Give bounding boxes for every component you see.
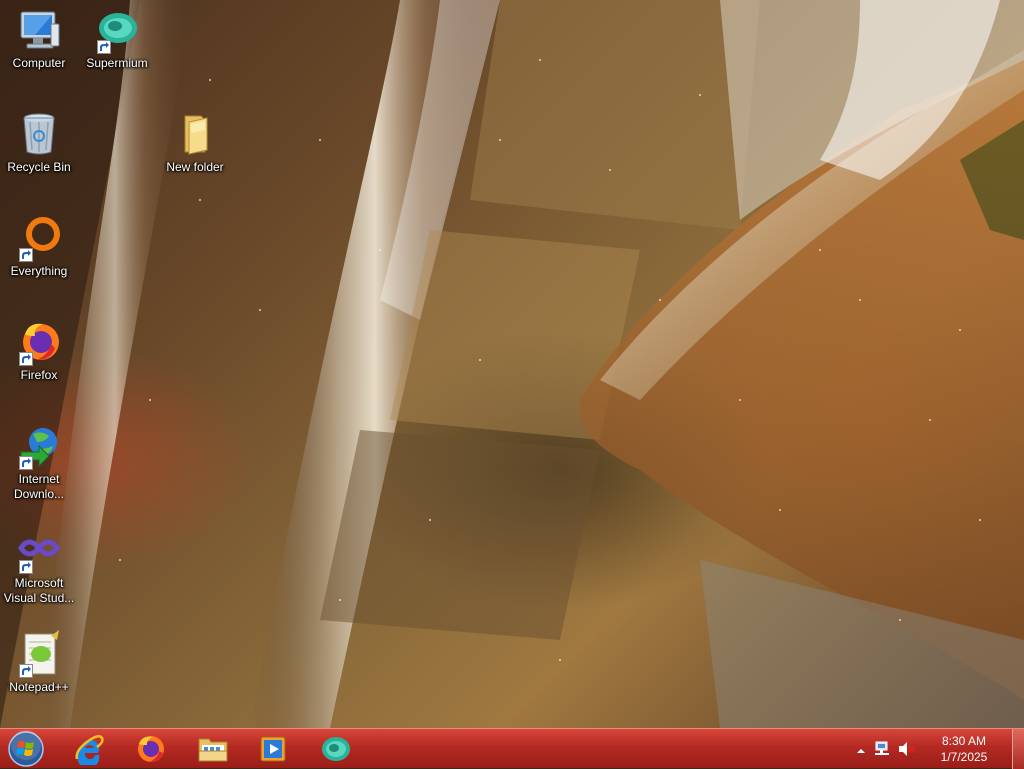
shortcut-arrow-icon [19,248,33,262]
clock-date: 1/7/2025 [940,750,988,764]
desktop-icon-notepad-plus-plus[interactable]: Notepad++ [1,630,77,695]
desktop-icon-internet-download-manager[interactable]: Internet Downlo... [1,422,77,502]
computer-icon [15,6,63,54]
desktop-wallpaper [0,0,1024,728]
desktop-icon-label: Computer [12,56,66,70]
taskbar-supermium[interactable] [307,731,365,767]
desktop-icon-computer[interactable]: Computer [1,6,77,71]
desktop-icon-new-folder[interactable]: New folder [157,110,233,175]
taskbar-media-player[interactable] [244,731,302,767]
network-status[interactable] [874,741,892,762]
desktop-icon-label: Supermium [86,56,148,70]
taskbar-internet-explorer[interactable] [60,731,118,767]
shortcut-arrow-icon [19,664,33,678]
media-player-icon [260,736,286,762]
volume-muted-icon [899,742,916,756]
taskbar-firefox[interactable] [121,731,179,767]
desktop-icon-recycle-bin[interactable]: Recycle Bin [1,110,77,175]
desktop-icon-label: Notepad++ [9,680,69,694]
clock[interactable]: 8:30 AM 1/7/2025 [932,733,996,765]
firefox-icon [15,318,63,366]
desktop-icon-label: Everything [10,264,68,278]
show-desktop-button[interactable] [1012,729,1024,769]
everything-icon [15,214,63,262]
visual-studio-icon [15,526,63,574]
firefox-icon [138,736,164,762]
system-tray: 8:30 AM 1/7/2025 [854,729,1024,769]
desktop-icon-visual-studio[interactable]: Microsoft Visual Stud... [1,526,77,606]
shortcut-arrow-icon [19,456,33,470]
shortcut-arrow-icon [97,40,111,54]
shortcut-arrow-icon [19,352,33,366]
folder-icon [171,110,219,158]
desktop-icon-label: Microsoft Visual Stud... [3,576,75,605]
start-button[interactable] [4,730,48,768]
desktop-icon-firefox[interactable]: Firefox [1,318,77,383]
supermium-icon [322,737,350,761]
notepad-plus-plus-icon [15,630,63,678]
windows-logo-icon [8,730,44,767]
taskbar: 8:30 AM 1/7/2025 [0,728,1024,769]
network-icon [875,741,889,755]
taskbar-file-explorer[interactable] [184,731,242,767]
desktop-icon-everything[interactable]: Everything [1,214,77,279]
show-hidden-icons-button[interactable] [856,743,866,761]
desktop-icon-label: Internet Downlo... [13,472,65,501]
chevron-up-icon [857,749,865,753]
desktop-icon-supermium[interactable]: Supermium [79,6,155,71]
clock-time: 8:30 AM [941,734,987,748]
file-explorer-icon [198,738,228,762]
volume-control[interactable] [898,741,916,762]
shortcut-arrow-icon [19,560,33,574]
internet-explorer-icon [75,734,104,765]
desktop-icon-label: Firefox [20,368,58,382]
supermium-icon [93,6,141,54]
internet-download-manager-icon [15,422,63,470]
recycle-bin-icon [15,110,63,158]
desktop-icon-label: Recycle Bin [7,160,71,174]
desktop-icon-label: New folder [166,160,224,174]
